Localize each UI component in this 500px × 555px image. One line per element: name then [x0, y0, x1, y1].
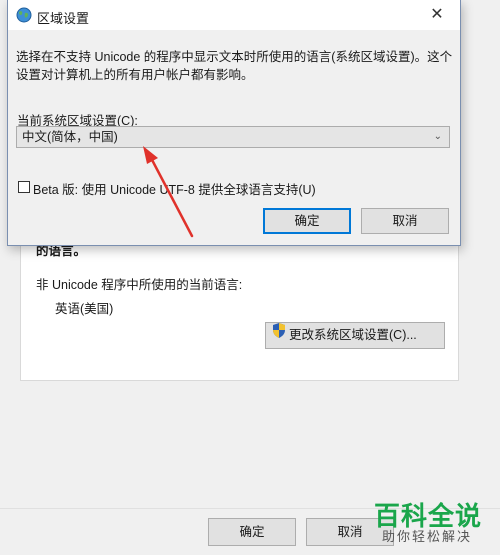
watermark-subtitle: 助你轻松解决 [382, 529, 473, 544]
annotation-arrow-icon [143, 146, 194, 238]
watermark-logo: 百科全说 助你轻松解决 [370, 496, 490, 548]
